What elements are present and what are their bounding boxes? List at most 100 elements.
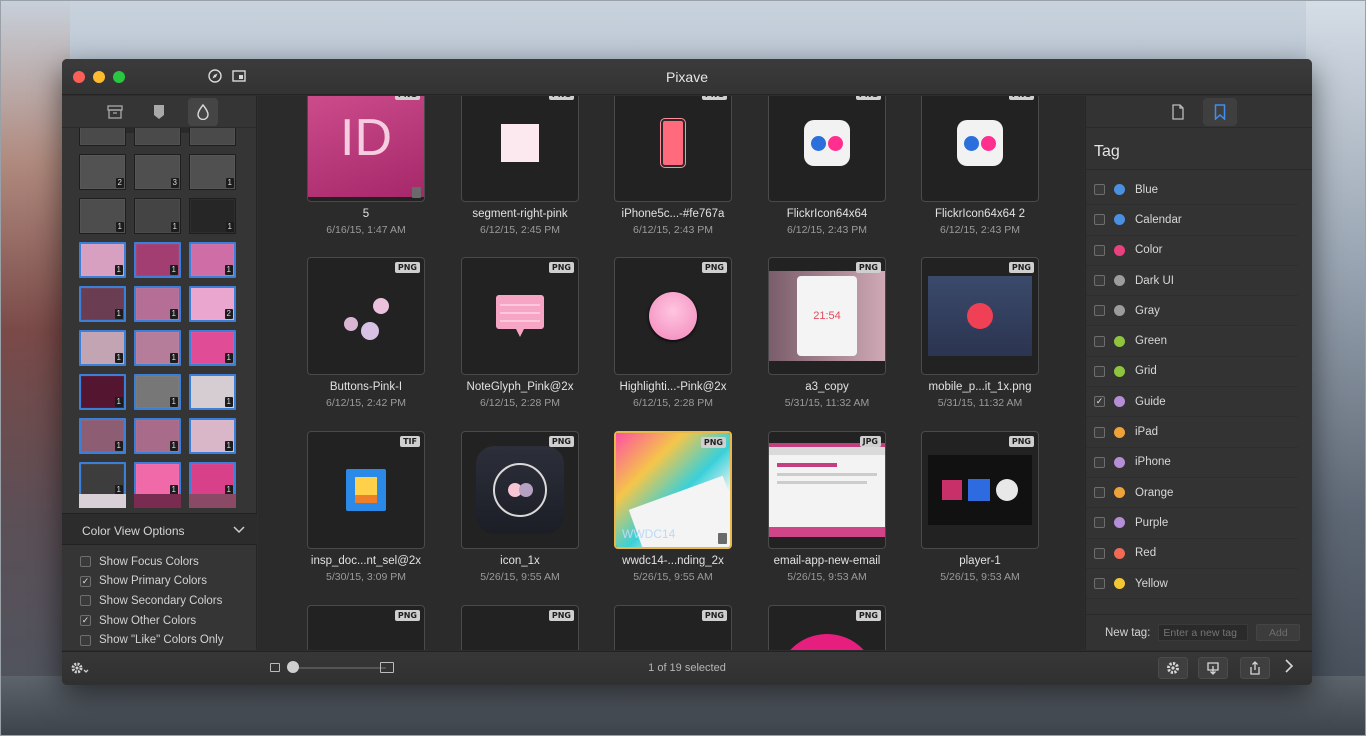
tag-row[interactable]: iPhone [1086,448,1298,478]
color-swatch[interactable] [79,128,126,146]
tag-checkbox[interactable] [1094,184,1105,196]
tag-row[interactable]: Purple [1086,508,1298,539]
color-swatch[interactable]: 3 [134,154,181,190]
tag-checkbox[interactable] [1094,305,1105,317]
color-swatch[interactable]: 1 [189,198,236,234]
tag-checkbox[interactable] [1094,547,1105,559]
color-swatch[interactable]: 1 [79,286,126,322]
color-view-options-header[interactable]: Color View Options [62,513,257,545]
color-swatch[interactable]: 1 [79,418,126,454]
add-tag-button[interactable]: Add [1256,624,1301,641]
color-swatch[interactable] [79,494,126,508]
tag-row[interactable]: Dark UI [1086,266,1298,297]
tag-checkbox[interactable] [1094,335,1105,347]
image-tile[interactable]: PNG [289,605,443,650]
color-swatch[interactable]: 1 [134,330,181,366]
image-tile[interactable]: PNG FlickrIcon64x64 6/12/15, 2:43 PM [750,96,904,236]
tag-checkbox[interactable]: ✓ [1094,396,1105,408]
tag-row[interactable]: Yellow [1086,569,1298,600]
tag-row[interactable]: Grid [1086,357,1298,388]
color-swatch[interactable] [134,128,181,146]
color-swatch[interactable]: 1 [189,330,236,366]
image-tile[interactable]: PNG Buttons-Pink-I 6/12/15, 2:42 PM [289,257,443,409]
color-option-row[interactable]: ✓ Show Other Colors [80,611,257,631]
tag-checkbox[interactable] [1094,578,1105,589]
new-tag-input[interactable] [1158,624,1249,641]
checkbox[interactable]: ✓ [80,575,91,587]
color-option-row[interactable]: ✓ Show Primary Colors [80,572,257,592]
color-option-row[interactable]: Show Focus Colors [80,552,257,572]
image-thumbnail[interactable]: PNG [921,431,1039,549]
color-swatch[interactable]: 1 [134,462,181,498]
image-tile[interactable]: TIF insp_doc...nt_sel@2x 5/30/15, 3:09 PM [289,431,443,583]
image-thumbnail[interactable]: PNG [461,96,579,202]
image-thumbnail[interactable]: PNG [768,605,886,650]
color-swatch[interactable]: 1 [79,242,126,278]
color-swatch[interactable]: 2 [189,286,236,322]
chevron-down-icon[interactable] [233,523,245,537]
color-swatch[interactable] [134,494,181,508]
image-thumbnail[interactable]: PNG [921,257,1039,375]
chevron-right-icon[interactable] [1284,659,1294,678]
image-tile[interactable]: JPG email-app-new-email 5/26/15, 9:53 AM [750,431,904,583]
image-thumbnail[interactable]: PNG [614,605,732,650]
color-swatch[interactable]: 1 [134,418,181,454]
image-thumbnail[interactable]: PNG [307,605,425,650]
settings-gear-button[interactable] [1158,657,1188,679]
image-thumbnail[interactable]: PNG [614,96,732,202]
image-tile[interactable]: PNG Highlighti...-Pink@2x 6/12/15, 2:28 PM [596,257,750,409]
color-swatch[interactable]: 1 [134,198,181,234]
tag-checkbox[interactable] [1094,456,1105,468]
image-tile[interactable]: IDPNG 5 6/16/15, 1:47 AM [289,96,443,236]
color-drop-icon[interactable] [188,97,218,126]
image-tile[interactable]: PNG icon_1x 5/26/15, 9:55 AM [443,431,597,583]
tag-row[interactable]: Calendar [1086,205,1298,236]
archive-icon[interactable] [100,98,130,126]
color-swatch[interactable]: 1 [134,286,181,322]
checkbox[interactable] [80,595,91,607]
image-thumbnail[interactable]: IDPNG [307,96,425,202]
image-thumbnail[interactable]: PNG [614,257,732,375]
image-thumbnail[interactable]: PNG [768,96,886,202]
tag-row[interactable]: Green [1086,326,1298,357]
image-tile[interactable]: PNG [750,605,904,650]
color-swatch[interactable]: 1 [79,462,126,498]
color-swatch[interactable] [189,128,236,146]
image-thumbnail[interactable]: PNG [461,605,579,650]
bookmark-icon[interactable] [1203,97,1237,126]
checkbox[interactable]: ✓ [80,615,91,627]
color-swatch[interactable]: 1 [189,242,236,278]
tag-checkbox[interactable] [1094,275,1105,287]
image-tile[interactable]: PNG [443,605,597,650]
checkbox[interactable] [80,634,91,646]
image-tile[interactable]: PNG mobile_p...it_1x.png 5/31/15, 11:32 AM [903,257,1057,409]
color-option-row[interactable]: Show "Like" Colors Only [80,630,257,650]
tag-icon[interactable] [144,98,174,126]
color-swatch[interactable] [189,494,236,508]
image-tile[interactable]: PNG NoteGlyph_Pink@2x 6/12/15, 2:28 PM [443,257,597,409]
image-tile[interactable]: PNG segment-right-pink 6/12/15, 2:45 PM [443,96,597,236]
image-tile[interactable]: WWDC14 PNG wwdc14-...nding_2x 5/26/15, 9:55… [596,431,750,583]
color-swatch[interactable]: 1 [134,242,181,278]
tag-checkbox[interactable] [1094,214,1105,226]
image-thumbnail[interactable]: PNG [461,257,579,375]
color-swatch[interactable]: 1 [79,374,126,410]
image-thumbnail[interactable]: PNG [307,257,425,375]
tag-checkbox[interactable] [1094,426,1105,438]
tag-row[interactable]: ✓ Guide [1086,387,1298,418]
tag-row[interactable]: Color [1086,236,1298,266]
tag-row[interactable]: Gray [1086,296,1298,327]
image-thumbnail[interactable]: WWDC14 PNG [614,431,732,549]
tag-row[interactable]: Red [1086,539,1298,569]
color-swatch[interactable]: 1 [189,154,236,190]
color-swatch[interactable]: 1 [134,374,181,410]
tag-checkbox[interactable] [1094,517,1105,529]
image-tile[interactable]: 21:54 PNG a3_copy 5/31/15, 11:32 AM [750,257,904,409]
image-thumbnail[interactable]: JPG [768,431,886,549]
image-thumbnail[interactable]: TIF [307,431,425,549]
image-tile[interactable]: PNG FlickrIcon64x64 2 6/12/15, 2:43 PM [903,96,1057,236]
share-button[interactable] [1240,657,1270,679]
color-swatch[interactable]: 1 [189,462,236,498]
tag-checkbox[interactable] [1094,487,1105,499]
image-thumbnail[interactable]: 21:54 PNG [768,257,886,375]
